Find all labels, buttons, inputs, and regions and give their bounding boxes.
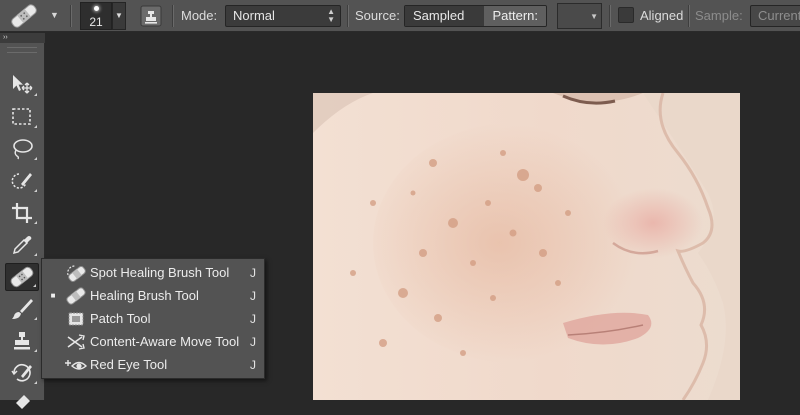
aligned-checkbox[interactable] (618, 7, 634, 23)
submenu-indicator (34, 125, 37, 128)
bandage-icon (66, 286, 86, 305)
tool-preset-picker[interactable] (4, 3, 44, 29)
spot-healing-icon (67, 264, 86, 282)
divider (609, 5, 610, 27)
clone-source-panel-icon (140, 5, 162, 27)
divider (172, 5, 173, 27)
healing-tools-flyout: Spot Healing Brush Tool J ■ Healing Brus… (41, 258, 265, 379)
lasso-tool[interactable] (5, 135, 39, 163)
menu-item-patch[interactable]: Patch Tool J (42, 307, 264, 330)
chevron-down-icon: ▼ (590, 12, 598, 21)
healing-brush-icon (11, 4, 37, 28)
collapse-panel-button[interactable]: ›› (0, 33, 45, 43)
quick-selection-icon (11, 173, 32, 189)
shortcut-key: J (250, 334, 256, 349)
shortcut-key: J (250, 265, 256, 280)
history-brush-tool[interactable] (5, 359, 39, 387)
menu-item-spot-healing-brush[interactable]: Spot Healing Brush Tool J (42, 261, 264, 284)
brush-tip-icon (94, 6, 99, 11)
brush-icon (12, 299, 33, 319)
submenu-indicator (34, 253, 37, 256)
brush-tool[interactable] (5, 295, 39, 323)
source-label: Source: (355, 8, 400, 23)
updown-arrows-icon: ▲ ▼ (327, 7, 335, 24)
move-tool[interactable] (5, 71, 39, 99)
crop-tool[interactable] (5, 199, 39, 227)
eraser-tool[interactable] (5, 387, 39, 415)
shortcut-key: J (250, 311, 256, 326)
eraser-icon (16, 395, 30, 409)
double-chevron-icon: ›› (3, 34, 8, 41)
move-icon (13, 75, 33, 94)
submenu-indicator (34, 349, 37, 352)
source-sampled-button[interactable]: Sampled (405, 6, 485, 26)
divider (688, 5, 689, 27)
marquee-tool[interactable] (5, 103, 39, 131)
eyedropper-icon (12, 236, 32, 255)
chevron-down-icon[interactable]: ▼ (50, 10, 59, 20)
mode-select[interactable]: Normal ▲ ▼ (225, 5, 341, 27)
divider (347, 5, 348, 27)
tools-panel: ›› (0, 33, 45, 409)
lasso-icon (13, 139, 33, 160)
source-pattern-button[interactable]: Pattern: (484, 6, 546, 26)
clone-stamp-tool[interactable] (5, 327, 39, 355)
patch-icon (68, 312, 84, 325)
submenu-indicator (34, 317, 37, 320)
submenu-indicator (34, 189, 37, 192)
content-aware-move-icon (67, 333, 85, 350)
marquee-icon (12, 108, 31, 125)
bandage-icon (10, 266, 34, 288)
submenu-indicator (34, 157, 37, 160)
aligned-label: Aligned (640, 8, 684, 23)
document-canvas[interactable] (313, 93, 740, 400)
eyedropper-tool[interactable] (5, 231, 39, 259)
history-brush-icon (11, 363, 32, 382)
selected-bullet: ■ (50, 291, 56, 300)
clone-source-button[interactable] (140, 5, 162, 27)
crop-icon (12, 203, 32, 223)
healing-brush-tool[interactable] (5, 263, 39, 291)
face-photo (313, 93, 740, 400)
mode-value: Normal (233, 8, 275, 23)
shortcut-key: J (250, 288, 256, 303)
menu-item-red-eye[interactable]: Red Eye Tool J (42, 353, 264, 376)
menu-item-label: Content-Aware Move Tool (90, 334, 240, 349)
sample-label: Sample: (695, 8, 743, 23)
menu-item-label: Spot Healing Brush Tool (90, 265, 230, 280)
menu-item-content-aware-move[interactable]: Content-Aware Move Tool J (42, 330, 264, 353)
submenu-indicator (33, 284, 36, 287)
submenu-indicator (34, 93, 37, 96)
mode-label: Mode: (181, 8, 218, 23)
menu-item-healing-brush[interactable]: ■ Healing Brush Tool J (42, 284, 264, 307)
submenu-indicator (34, 381, 37, 384)
sample-select[interactable]: Current (750, 5, 800, 27)
brush-picker-chevron-icon[interactable]: ▼ (112, 2, 126, 30)
divider (70, 5, 71, 27)
options-bar: ▼ 21 ▼ Mode: Normal ▲ ▼ Source: Sampled P… (0, 0, 800, 32)
menu-item-label: Patch Tool (90, 311, 151, 326)
red-eye-icon (65, 359, 88, 370)
stamp-icon (14, 332, 30, 350)
panel-grip[interactable] (7, 47, 37, 53)
brush-size-value: 21 (89, 15, 103, 29)
brush-picker[interactable]: 21 (80, 2, 112, 30)
sample-value: Current (758, 8, 800, 23)
submenu-indicator (34, 221, 37, 224)
source-toggle[interactable]: Sampled Pattern: (404, 5, 547, 27)
pattern-picker[interactable]: ▼ (557, 3, 602, 29)
shortcut-key: J (250, 357, 256, 372)
menu-item-label: Healing Brush Tool (90, 288, 199, 303)
menu-item-label: Red Eye Tool (90, 357, 168, 372)
quick-selection-tool[interactable] (5, 167, 39, 195)
